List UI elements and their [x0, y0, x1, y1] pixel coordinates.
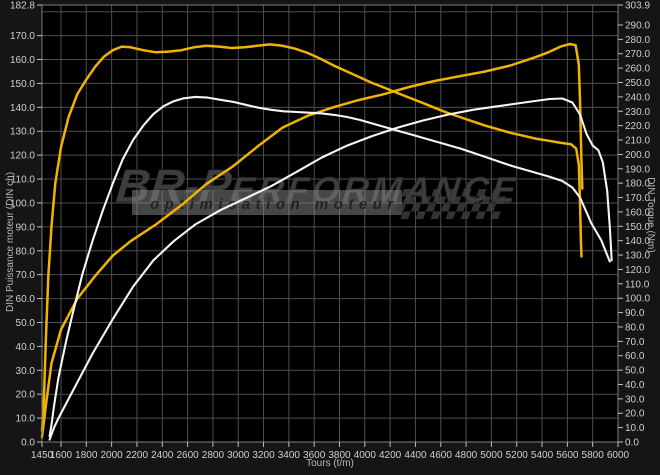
- x-tick-label: 1600: [50, 450, 73, 461]
- right-tick-label: 80.0: [625, 322, 645, 333]
- x-tick-label: 5800: [582, 450, 605, 461]
- left-tick-label: 90.0: [16, 222, 36, 233]
- right-tick-label: 220.0: [625, 121, 650, 132]
- x-tick-label: 2600: [176, 450, 199, 461]
- x-tick-label: 1800: [75, 450, 98, 461]
- left-tick-label: 30.0: [16, 366, 36, 377]
- right-tick-label: 120.0: [625, 265, 650, 276]
- dyno-plot-svg: BR-PERFORMANCE optimisation moteur 182.8…: [5, 1, 656, 470]
- right-tick-label: 210.0: [625, 136, 650, 147]
- right-tick-label: 100.0: [625, 294, 650, 305]
- left-tick-label: 182.8: [10, 1, 35, 12]
- right-tick-label: 303.9: [625, 1, 650, 12]
- left-tick-label: 10.0: [16, 414, 36, 425]
- x-tick-label: 5000: [480, 450, 503, 461]
- left-tick-label: 160.0: [10, 55, 35, 66]
- right-tick-label: 110.0: [625, 279, 650, 290]
- right-tick-label: 270.0: [625, 49, 650, 60]
- right-tick-label: 30.0: [625, 394, 645, 405]
- x-tick-label: 5200: [506, 450, 529, 461]
- x-tick-label: 5600: [556, 450, 579, 461]
- watermark-tagline: optimisation moteur: [150, 196, 399, 213]
- right-tick-label: 40.0: [625, 380, 645, 391]
- left-axis-title: DIN Puissance moteur (DIN ch): [5, 172, 16, 312]
- left-tick-label: 0.0: [21, 438, 35, 449]
- left-tick-label: 60.0: [16, 294, 36, 305]
- left-tick-label: 120.0: [10, 151, 35, 162]
- x-tick-label: 4400: [404, 450, 427, 461]
- right-tick-label: 50.0: [625, 366, 645, 377]
- right-tick-label: 260.0: [625, 64, 650, 75]
- left-tick-label: 140.0: [10, 103, 35, 114]
- x-tick-label: 6000: [607, 450, 630, 461]
- x-tick-label: 3000: [227, 450, 250, 461]
- right-axis-title: DIN Torque (Nm): [645, 177, 656, 252]
- x-tick-label: 2400: [151, 450, 174, 461]
- left-tick-label: 20.0: [16, 390, 36, 401]
- right-tick-label: 240.0: [625, 92, 650, 103]
- right-tick-label: 70.0: [625, 337, 645, 348]
- x-tick-label: 4600: [430, 450, 453, 461]
- x-axis-title: Tours (t/m): [306, 458, 354, 469]
- right-tick-label: 200.0: [625, 150, 650, 161]
- left-tick-label: 170.0: [10, 31, 35, 42]
- right-tick-label: 190.0: [625, 164, 650, 175]
- right-tick-label: 20.0: [625, 409, 645, 420]
- left-tick-label: 40.0: [16, 342, 36, 353]
- left-tick-label: 70.0: [16, 270, 36, 281]
- left-tick-label: 150.0: [10, 79, 35, 90]
- right-tick-label: 230.0: [625, 107, 650, 118]
- dyno-chart: BR-PERFORMANCE optimisation moteur 182.8…: [0, 0, 660, 475]
- x-tick-label: 4800: [455, 450, 478, 461]
- right-tick-label: 290.0: [625, 20, 650, 31]
- left-tick-label: 50.0: [16, 318, 36, 329]
- right-tick-label: 280.0: [625, 35, 650, 46]
- x-tick-label: 4000: [354, 450, 377, 461]
- left-tick-label: 130.0: [10, 127, 35, 138]
- x-tick-label: 3400: [278, 450, 301, 461]
- plot-background: [42, 5, 618, 442]
- x-tick-label: 2000: [101, 450, 124, 461]
- x-tick-label: 4200: [379, 450, 402, 461]
- right-tick-label: 250.0: [625, 78, 650, 89]
- x-tick-label: 2200: [126, 450, 149, 461]
- x-tick-label: 3200: [252, 450, 275, 461]
- left-tick-label: 80.0: [16, 246, 36, 257]
- x-tick-label: 2800: [202, 450, 225, 461]
- right-tick-label: 90.0: [625, 308, 645, 319]
- right-tick-label: 10.0: [625, 423, 645, 434]
- right-tick-label: 60.0: [625, 351, 645, 362]
- right-tick-label: 0.0: [625, 438, 639, 449]
- x-tick-label: 5400: [531, 450, 554, 461]
